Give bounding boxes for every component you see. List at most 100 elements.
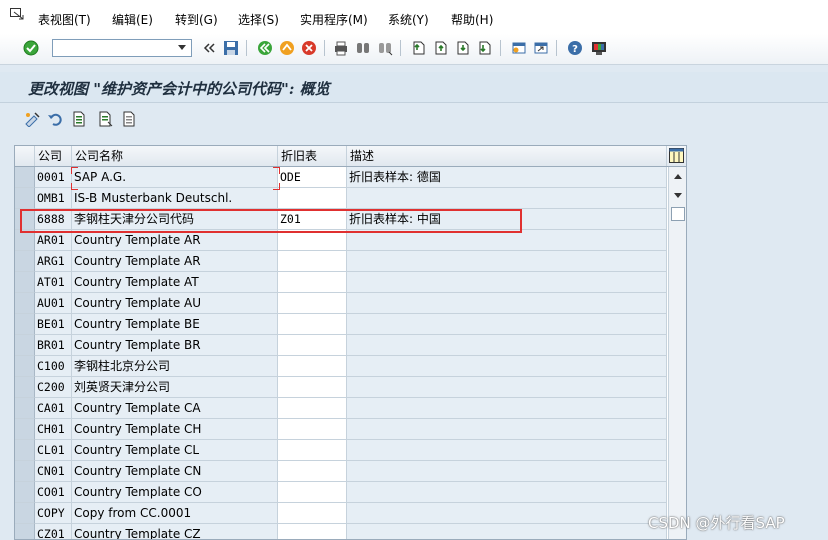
select-column-header[interactable]: [15, 146, 35, 166]
row-selector[interactable]: [15, 503, 35, 524]
print-icon[interactable]: [332, 39, 350, 57]
help-icon[interactable]: ?: [566, 39, 584, 57]
exit-icon[interactable]: [278, 39, 296, 57]
row-selector[interactable]: [15, 461, 35, 482]
row-selector[interactable]: [15, 272, 35, 293]
last-page-icon[interactable]: [476, 39, 494, 57]
find-icon[interactable]: [354, 39, 372, 57]
row-selector[interactable]: [15, 398, 35, 419]
table-row[interactable]: AU01 Country Template AU: [15, 293, 667, 314]
undo-icon[interactable]: [46, 111, 64, 127]
table-row[interactable]: C200 刘英贤天津分公司: [15, 377, 667, 398]
depreciation-chart-input[interactable]: [278, 440, 347, 461]
menu-goto[interactable]: 转到(G): [175, 11, 218, 28]
first-page-icon[interactable]: [410, 39, 428, 57]
double-chevron-left-icon[interactable]: [200, 39, 218, 57]
select-all-icon[interactable]: [70, 111, 88, 127]
select-block-icon[interactable]: [96, 111, 114, 127]
depreciation-chart-input[interactable]: [278, 272, 347, 293]
table-row[interactable]: 6888 李钢柱天津分公司代码 Z01 折旧表样本: 中国: [15, 209, 667, 230]
table-row[interactable]: AT01 Country Template AT: [15, 272, 667, 293]
page-title: 更改视图 "维护资产会计中的公司代码": 概览: [28, 80, 330, 98]
scroll-down-icon[interactable]: [673, 192, 683, 200]
row-selector[interactable]: [15, 167, 35, 188]
system-menu-icon[interactable]: [10, 8, 24, 20]
column-settings-icon[interactable]: [669, 148, 684, 163]
depreciation-chart-input[interactable]: [278, 461, 347, 482]
menu-system[interactable]: 系统(Y): [388, 11, 429, 28]
depreciation-chart-input[interactable]: [278, 398, 347, 419]
row-selector[interactable]: [15, 419, 35, 440]
depreciation-chart-input[interactable]: [278, 503, 347, 524]
row-selector[interactable]: [15, 230, 35, 251]
command-field[interactable]: [52, 39, 192, 57]
row-selector[interactable]: [15, 356, 35, 377]
table-row[interactable]: CN01 Country Template CN: [15, 461, 667, 482]
row-selector[interactable]: [15, 293, 35, 314]
create-session-icon[interactable]: [510, 39, 528, 57]
cancel-icon[interactable]: [300, 39, 318, 57]
scroll-thumb[interactable]: [671, 207, 685, 221]
depreciation-chart-input[interactable]: [278, 335, 347, 356]
row-selector[interactable]: [15, 440, 35, 461]
depreciation-chart-input[interactable]: [278, 356, 347, 377]
depreciation-chart-input[interactable]: ODE: [278, 167, 347, 188]
company-code-cell: OMB1: [35, 188, 72, 209]
row-selector[interactable]: [15, 335, 35, 356]
table-row[interactable]: BR01 Country Template BR: [15, 335, 667, 356]
column-header-company-name[interactable]: 公司名称: [72, 146, 278, 166]
menu-help[interactable]: 帮助(H): [451, 11, 493, 28]
table-row[interactable]: 0001 SAP A.G. ODE 折旧表样本: 德国: [15, 167, 667, 188]
depreciation-chart-input[interactable]: [278, 314, 347, 335]
enter-icon[interactable]: [22, 39, 40, 57]
menu-utilities[interactable]: 实用程序(M): [300, 11, 368, 28]
menu-table-view[interactable]: 表视图(T): [38, 11, 91, 28]
table-row[interactable]: CZ01 Country Template CZ: [15, 524, 667, 539]
vertical-scrollbar[interactable]: [668, 167, 686, 539]
row-selector[interactable]: [15, 377, 35, 398]
table-row[interactable]: BE01 Country Template BE: [15, 314, 667, 335]
save-icon[interactable]: [222, 39, 240, 57]
row-selector[interactable]: [15, 524, 35, 539]
table-row[interactable]: C100 李钢柱北京分公司: [15, 356, 667, 377]
customize-layout-icon[interactable]: [590, 39, 608, 57]
table-row[interactable]: CL01 Country Template CL: [15, 440, 667, 461]
depreciation-chart-input[interactable]: [278, 293, 347, 314]
back-icon[interactable]: [256, 39, 274, 57]
row-selector[interactable]: [15, 482, 35, 503]
row-selector[interactable]: [15, 314, 35, 335]
depreciation-chart-input[interactable]: [278, 419, 347, 440]
find-next-icon[interactable]: [376, 39, 394, 57]
row-selector[interactable]: [15, 251, 35, 272]
menu-edit[interactable]: 编辑(E): [112, 11, 153, 28]
table-row[interactable]: CO01 Country Template CO: [15, 482, 667, 503]
row-selector[interactable]: [15, 209, 35, 230]
shortcut-icon[interactable]: [532, 39, 550, 57]
depreciation-chart-input[interactable]: [278, 377, 347, 398]
table-row[interactable]: OMB1 IS-B Musterbank Deutschl.: [15, 188, 667, 209]
table-row[interactable]: AR01 Country Template AR: [15, 230, 667, 251]
table-row[interactable]: ARG1 Country Template AR: [15, 251, 667, 272]
depreciation-chart-input[interactable]: [278, 230, 347, 251]
deselect-all-icon[interactable]: [120, 111, 138, 127]
chevron-down-icon[interactable]: [174, 41, 190, 55]
depreciation-chart-input[interactable]: [278, 251, 347, 272]
column-header-depreciation-chart[interactable]: 折旧表: [278, 146, 347, 166]
display-change-icon[interactable]: [24, 111, 42, 127]
column-header-description[interactable]: 描述: [347, 146, 667, 166]
next-page-icon[interactable]: [454, 39, 472, 57]
depreciation-chart-input[interactable]: Z01: [278, 209, 347, 230]
scroll-up-icon[interactable]: [673, 172, 683, 180]
menu-selection[interactable]: 选择(S): [238, 11, 279, 28]
depreciation-chart-input[interactable]: [278, 524, 347, 539]
column-header-company[interactable]: 公司: [35, 146, 72, 166]
focus-corner: [71, 167, 78, 174]
previous-page-icon[interactable]: [432, 39, 450, 57]
table-row[interactable]: COPY Copy from CC.0001: [15, 503, 667, 524]
table-row[interactable]: CA01 Country Template CA: [15, 398, 667, 419]
depreciation-chart-input[interactable]: [278, 188, 347, 209]
table-row[interactable]: CH01 Country Template CH: [15, 419, 667, 440]
depreciation-chart-input[interactable]: [278, 482, 347, 503]
row-selector[interactable]: [15, 188, 35, 209]
command-input[interactable]: [53, 40, 179, 56]
